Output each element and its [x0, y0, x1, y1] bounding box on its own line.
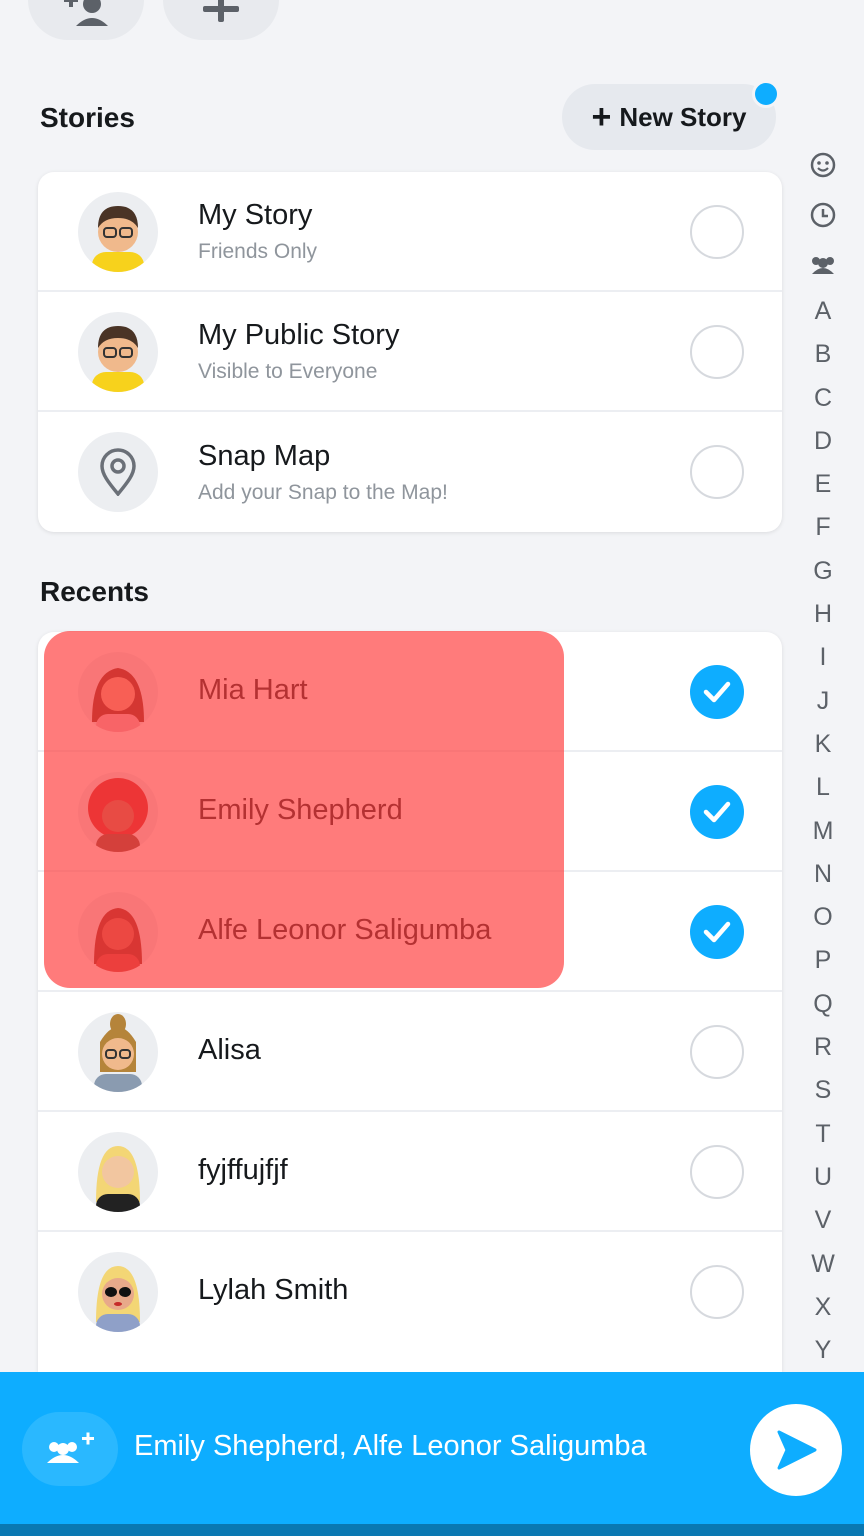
story-title: My Story: [198, 198, 313, 231]
alphabet-letters: ABCDEFGHIJKLMNOPQRSTUVWXY: [811, 290, 835, 1372]
select-radio[interactable]: [690, 445, 744, 499]
select-radio[interactable]: [690, 1145, 744, 1199]
create-button[interactable]: [163, 0, 279, 40]
recents-title: Recents: [40, 576, 149, 607]
index-letter-e[interactable]: E: [811, 463, 835, 506]
index-letter-l[interactable]: L: [811, 766, 835, 809]
selected-checkmark[interactable]: [690, 785, 744, 839]
bitmoji-avatar: [78, 1252, 158, 1332]
index-letter-b[interactable]: B: [811, 333, 835, 376]
friend-name: fyjffujfjf: [198, 1154, 288, 1186]
send-button[interactable]: [750, 1404, 842, 1496]
index-letter-o[interactable]: O: [811, 896, 835, 939]
index-letter-t[interactable]: T: [811, 1113, 835, 1156]
friend-row[interactable]: Alisa: [38, 992, 782, 1112]
stories-list: My Story Friends Only My Public Story Vi…: [38, 172, 782, 532]
alphabet-index[interactable]: ABCDEFGHIJKLMNOPQRSTUVWXY: [800, 140, 846, 1372]
bitmoji-avatar: [78, 772, 158, 852]
index-letter-g[interactable]: G: [811, 550, 835, 593]
index-letter-i[interactable]: I: [811, 636, 835, 679]
friend-row[interactable]: Lylah Smith: [38, 1232, 782, 1352]
plus-icon: [203, 0, 239, 22]
friend-row[interactable]: Mia Hart: [38, 632, 782, 752]
friend-row[interactable]: Alfe Leonor Saligumba: [38, 872, 782, 992]
check-icon: [703, 681, 731, 703]
index-letter-q[interactable]: Q: [811, 983, 835, 1026]
story-row-public-story[interactable]: My Public Story Visible to Everyone: [38, 292, 782, 412]
add-friend-icon: [64, 0, 108, 26]
bitmoji-avatar: [78, 652, 158, 732]
index-letter-d[interactable]: D: [811, 420, 835, 463]
selected-checkmark[interactable]: [690, 665, 744, 719]
location-pin-icon: [78, 432, 158, 512]
send-bar: Emily Shepherd, Alfe Leonor Saligumba: [0, 1372, 864, 1536]
new-story-label: New Story: [619, 101, 747, 132]
story-title: Snap Map: [198, 439, 331, 472]
bitmoji-avatar: [78, 1012, 158, 1092]
stories-title: Stories: [40, 102, 135, 133]
story-row-my-story[interactable]: My Story Friends Only: [38, 172, 782, 292]
story-title: My Public Story: [198, 318, 400, 351]
index-letter-k[interactable]: K: [811, 723, 835, 766]
index-letter-s[interactable]: S: [811, 1069, 835, 1112]
story-subtitle: Visible to Everyone: [198, 359, 378, 383]
select-radio[interactable]: [690, 1265, 744, 1319]
recents-list: Mia Hart Emily Shepherd Alfe Leonor Sali…: [38, 632, 782, 1372]
friend-name: Mia Hart: [198, 674, 308, 706]
friend-name: Emily Shepherd: [198, 794, 403, 826]
add-group-icon: [47, 1432, 94, 1463]
index-letter-j[interactable]: J: [811, 680, 835, 723]
notification-dot: [752, 80, 780, 108]
new-story-button[interactable]: + New Story: [562, 80, 780, 150]
bottom-strip: [0, 1524, 864, 1536]
select-radio[interactable]: [690, 325, 744, 379]
check-icon: [703, 801, 731, 823]
clock-icon[interactable]: [810, 190, 836, 240]
index-letter-c[interactable]: C: [811, 377, 835, 420]
index-letter-r[interactable]: R: [811, 1026, 835, 1069]
index-letter-n[interactable]: N: [811, 853, 835, 896]
selected-checkmark[interactable]: [690, 905, 744, 959]
story-subtitle: Add your Snap to the Map!: [198, 480, 448, 504]
select-radio[interactable]: [690, 1025, 744, 1079]
group-icon[interactable]: [808, 240, 838, 290]
bitmoji-avatar: [78, 892, 158, 972]
friend-row[interactable]: fyjffujfjf: [38, 1112, 782, 1232]
friend-name: Alisa: [198, 1034, 261, 1066]
index-letter-u[interactable]: U: [811, 1156, 835, 1199]
index-letter-w[interactable]: W: [811, 1243, 835, 1286]
index-letter-y[interactable]: Y: [811, 1329, 835, 1372]
create-group-button[interactable]: [22, 1412, 118, 1486]
story-subtitle: Friends Only: [198, 239, 318, 263]
index-letter-v[interactable]: V: [811, 1199, 835, 1242]
index-letter-x[interactable]: X: [811, 1286, 835, 1329]
add-friend-button[interactable]: [28, 0, 144, 40]
send-arrow-icon: [777, 1430, 817, 1470]
index-letter-h[interactable]: H: [811, 593, 835, 636]
select-radio[interactable]: [690, 205, 744, 259]
bitmoji-avatar: [78, 312, 158, 392]
friend-name: Alfe Leonor Saligumba: [198, 914, 492, 946]
bitmoji-avatar: [78, 1132, 158, 1212]
plus-icon: +: [591, 98, 612, 136]
index-letter-p[interactable]: P: [811, 939, 835, 982]
friend-row[interactable]: Emily Shepherd: [38, 752, 782, 872]
story-row-snap-map[interactable]: Snap Map Add your Snap to the Map!: [38, 412, 782, 532]
friend-name: Lylah Smith: [198, 1274, 349, 1306]
bitmoji-avatar: [78, 192, 158, 272]
index-letter-m[interactable]: M: [811, 810, 835, 853]
selected-recipients: Emily Shepherd, Alfe Leonor Saligumba: [134, 1430, 647, 1462]
index-letter-f[interactable]: F: [811, 506, 835, 549]
smiley-icon[interactable]: [810, 140, 836, 190]
index-letter-a[interactable]: A: [811, 290, 835, 333]
check-icon: [703, 921, 731, 943]
